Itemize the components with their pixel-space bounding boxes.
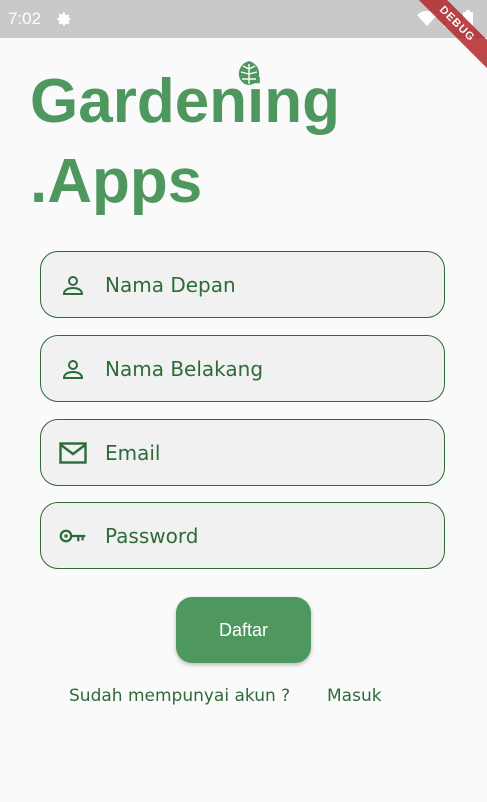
email-field[interactable] bbox=[40, 419, 445, 486]
first-name-input[interactable] bbox=[105, 272, 405, 297]
mail-icon bbox=[59, 439, 87, 467]
password-field[interactable] bbox=[40, 502, 445, 569]
key-icon bbox=[59, 522, 87, 550]
person-icon bbox=[59, 271, 87, 299]
last-name-input[interactable] bbox=[105, 356, 405, 381]
login-link[interactable]: Masuk bbox=[327, 686, 382, 706]
app-logo: Gardening .Apps bbox=[30, 61, 341, 222]
person-icon bbox=[59, 355, 87, 383]
last-name-field[interactable] bbox=[40, 335, 445, 402]
status-bar: 7:02 bbox=[0, 0, 487, 38]
first-name-field[interactable] bbox=[40, 251, 445, 318]
have-account-text: Sudah mempunyai akun ? bbox=[69, 686, 291, 706]
settings-icon bbox=[57, 12, 71, 26]
leaf-icon bbox=[238, 61, 260, 85]
password-input[interactable] bbox=[105, 523, 405, 548]
register-button[interactable]: Daftar bbox=[176, 597, 311, 663]
email-input[interactable] bbox=[105, 440, 405, 465]
logo-line-2: .Apps bbox=[30, 147, 203, 216]
logo-line-1: Gardening bbox=[30, 67, 341, 136]
status-time: 7:02 bbox=[8, 9, 42, 28]
